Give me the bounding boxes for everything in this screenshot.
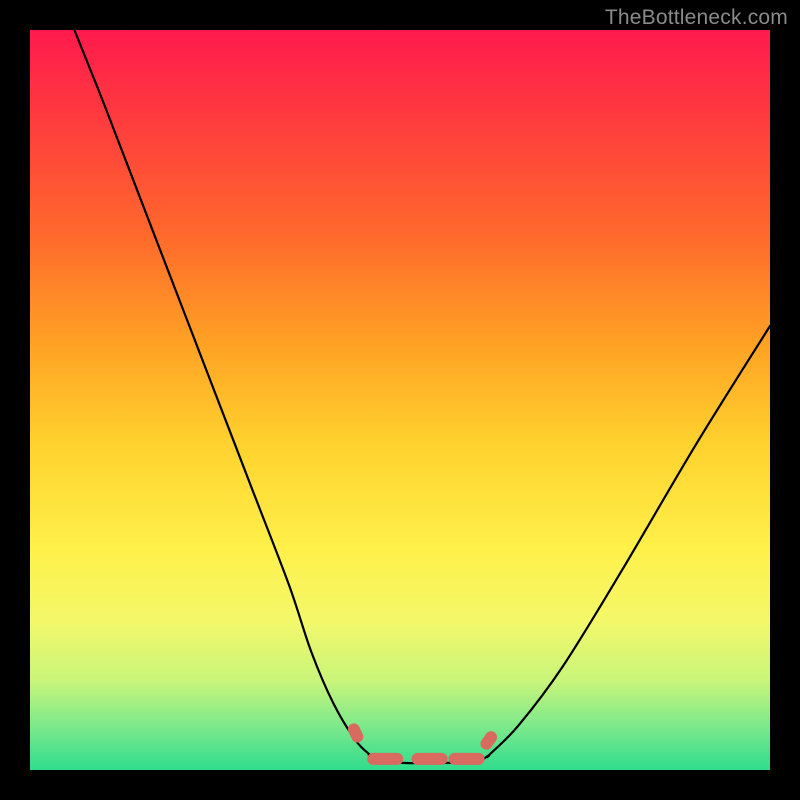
watermark-text: TheBottleneck.com xyxy=(605,6,788,30)
gradient-plot-area xyxy=(30,30,770,770)
floor-marker-1 xyxy=(367,753,403,765)
outer-frame: TheBottleneck.com xyxy=(0,0,800,800)
floor-marker-3 xyxy=(449,753,485,765)
bottleneck-curve xyxy=(74,30,770,763)
curve-layer xyxy=(30,30,770,770)
left-partial-marker xyxy=(346,721,365,744)
floor-marker-2 xyxy=(412,753,448,765)
series-group xyxy=(74,30,770,763)
marker-group xyxy=(346,721,500,764)
